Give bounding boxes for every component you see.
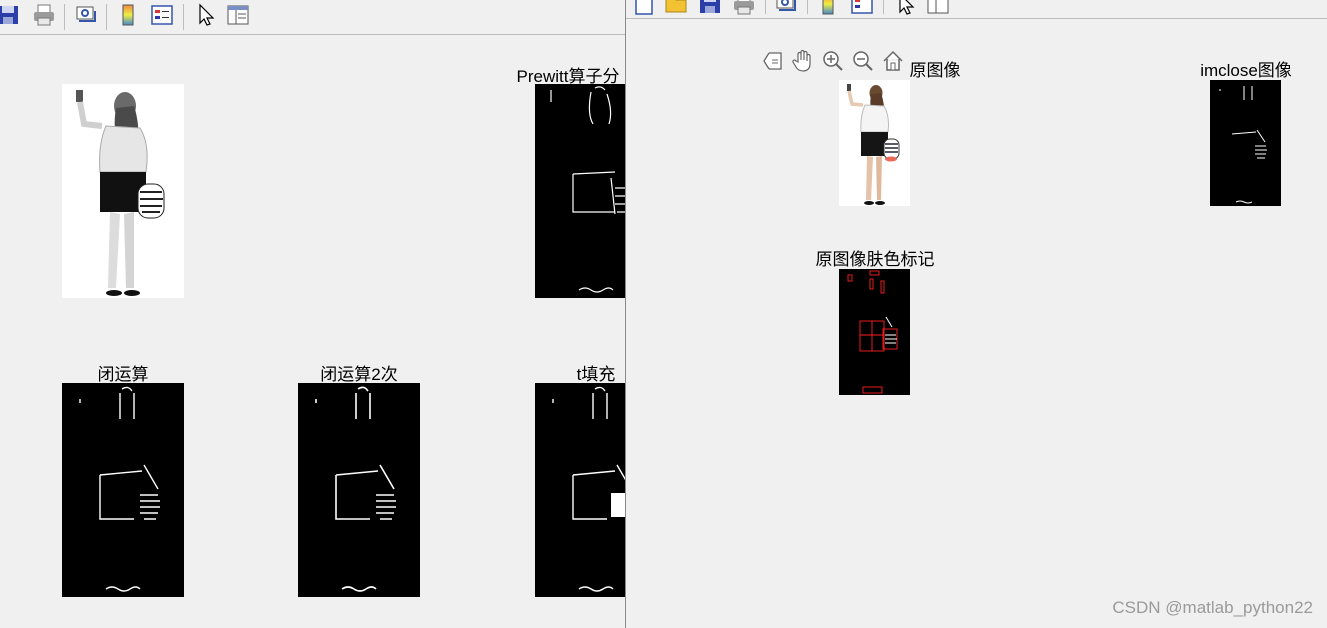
axes-title: t填充 — [576, 365, 616, 384]
toolbar-separator — [106, 4, 107, 30]
figure-toolbar — [626, 0, 1327, 19]
axes-title: 原图像 — [909, 61, 961, 80]
pointer-icon[interactable] — [894, 0, 918, 16]
close-image — [62, 383, 184, 597]
print-icon[interactable] — [732, 0, 756, 16]
skin-mark-image — [839, 269, 910, 395]
figure-window-right: 原图像 imclose图像 原图像肤色标记 — [625, 0, 1327, 628]
toolbar-separator — [807, 0, 808, 14]
new-figure-icon[interactable] — [632, 0, 656, 16]
axes-title: 闭运算 — [97, 365, 149, 384]
colorbar-icon[interactable] — [816, 0, 840, 16]
zoom-in-icon[interactable] — [821, 48, 845, 74]
axes-title: 原图像肤色标记 — [815, 250, 935, 269]
plot-browser-icon[interactable] — [226, 3, 250, 27]
legend-icon[interactable] — [850, 0, 874, 16]
fill-image — [535, 383, 626, 597]
figure-toolbar — [0, 0, 626, 35]
toolbar-separator — [883, 0, 884, 14]
home-icon[interactable] — [881, 48, 905, 74]
legend-icon[interactable] — [150, 3, 174, 27]
save-icon[interactable] — [0, 3, 20, 27]
link-plot-icon[interactable] — [74, 3, 98, 27]
axes-title: 闭运算2次 — [320, 365, 398, 384]
pan-icon[interactable] — [791, 48, 815, 74]
prewitt-edge-image — [535, 84, 626, 298]
axes-toolbar — [761, 48, 905, 74]
original-color-image — [839, 80, 910, 206]
export-icon[interactable] — [761, 48, 785, 74]
close-twice-image — [298, 383, 420, 597]
imclose-image — [1210, 80, 1281, 206]
axes-title: imclose图像 — [1200, 61, 1292, 80]
toolbar-separator — [765, 0, 766, 14]
plot-browser-icon[interactable] — [926, 0, 950, 16]
colorbar-icon[interactable] — [116, 3, 140, 27]
print-icon[interactable] — [32, 3, 56, 27]
open-icon[interactable] — [664, 0, 688, 16]
toolbar-separator — [183, 4, 184, 30]
zoom-out-icon[interactable] — [851, 48, 875, 74]
pointer-icon[interactable] — [194, 3, 218, 27]
toolbar-separator — [64, 4, 65, 30]
watermark: CSDN @matlab_python22 — [1112, 598, 1313, 617]
figure-window-left: Prewitt算子分 闭运算 闭运算2次 t填充 — [0, 0, 626, 628]
save-icon[interactable] — [698, 0, 722, 16]
link-plot-icon[interactable] — [774, 0, 798, 16]
original-gray-image — [62, 84, 184, 298]
